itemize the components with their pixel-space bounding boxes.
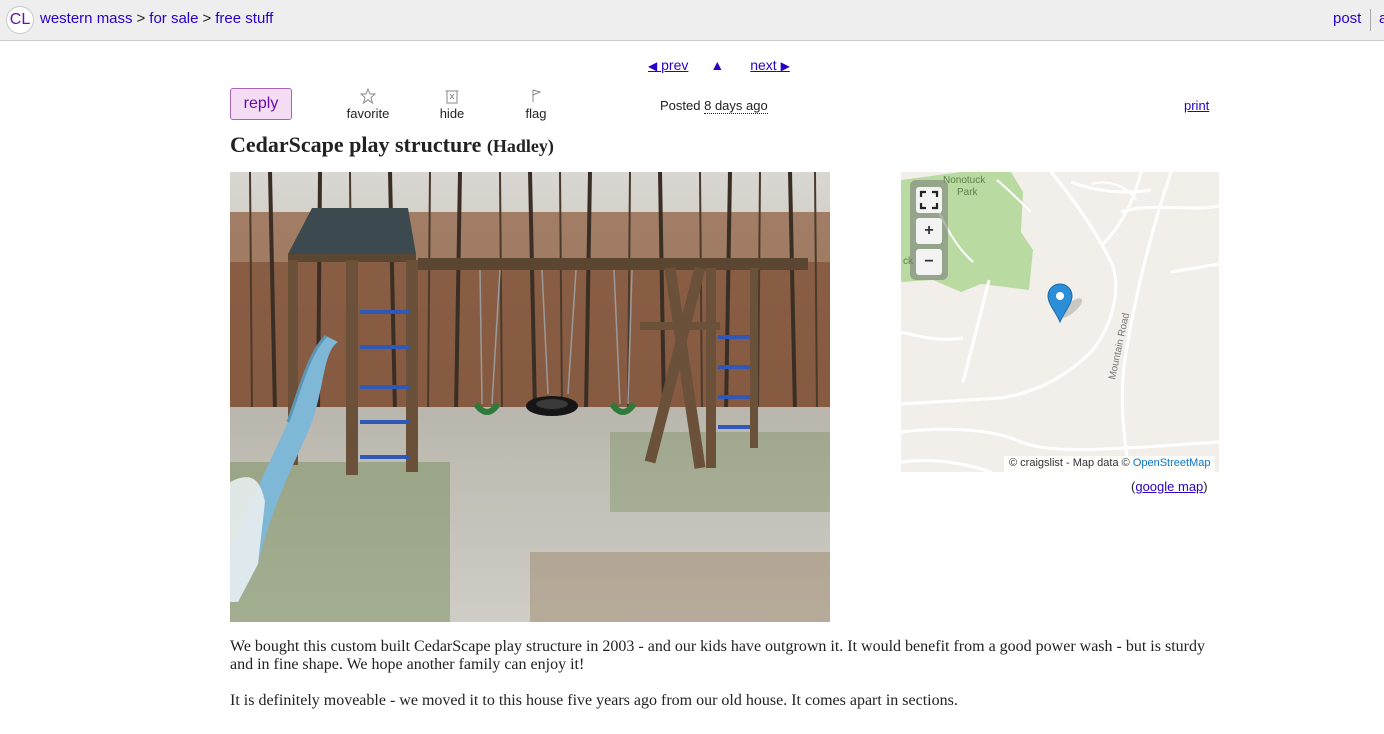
reply-button[interactable]: reply — [230, 88, 292, 120]
zoom-out-button[interactable]: − — [916, 249, 942, 275]
breadcrumb-separator: > — [136, 10, 146, 27]
map-label-park: Park — [957, 187, 979, 198]
posting-paragraph: It is definitely moveable - we moved it … — [230, 692, 958, 709]
openstreetmap-link[interactable]: OpenStreetMap — [1133, 457, 1211, 469]
prev-label: prev — [661, 57, 689, 73]
fullscreen-icon — [919, 190, 939, 210]
map-canvas: Nonotuck Park ck Mountain Road — [901, 172, 1219, 472]
divider — [1370, 9, 1371, 31]
print-link[interactable]: print — [1184, 98, 1209, 113]
next-label: next — [750, 57, 777, 73]
posting-body: We bought this custom built CedarScape p… — [230, 638, 1220, 728]
favorite-button[interactable]: favorite — [344, 87, 392, 121]
map-attribution: © craigslist - Map data © OpenStreetMap — [1004, 456, 1216, 472]
plus-icon: + — [924, 222, 934, 239]
posted-prefix: Posted — [660, 98, 701, 113]
map-controls: + − — [910, 180, 948, 280]
account-link[interactable]: a — [1379, 10, 1384, 27]
minus-icon: − — [924, 253, 934, 270]
flag-icon — [520, 88, 552, 106]
flag-button[interactable]: flag — [520, 88, 552, 121]
breadcrumb-separator: > — [202, 10, 212, 27]
breadcrumb-western-mass[interactable]: western mass — [40, 10, 133, 27]
posting-navigation: ◀ prev ▲ next ▶ — [648, 57, 790, 73]
zoom-in-button[interactable]: + — [916, 218, 942, 244]
hide-label: hide — [439, 106, 465, 121]
posting-title: CedarScape play structure (Hadley) — [230, 132, 554, 158]
title-text: CedarScape play structure — [230, 132, 482, 157]
location-map[interactable]: Nonotuck Park ck Mountain Road — [901, 172, 1219, 472]
google-map-link[interactable]: google map — [1135, 479, 1203, 494]
posted-relative-time: 8 days ago — [704, 98, 768, 114]
triangle-right-icon: ▶ — [780, 59, 790, 73]
playground-image — [230, 172, 830, 622]
paren-close: ) — [1203, 479, 1208, 494]
top-bar: CL western mass > for sale > free stuff post… — [0, 0, 1384, 41]
flag-label: flag — [525, 106, 547, 121]
fullscreen-button[interactable] — [916, 187, 942, 213]
google-map-link-wrapper: (google map) — [1131, 479, 1208, 494]
trash-icon — [436, 88, 468, 106]
posting-photo[interactable] — [230, 172, 830, 622]
craigslist-logo[interactable]: CL — [6, 6, 34, 34]
hide-button[interactable]: hide — [436, 88, 468, 121]
attribution-text: © craigslist - Map data © — [1009, 457, 1130, 469]
post-link[interactable]: post — [1333, 10, 1361, 27]
triangle-left-icon: ◀ — [648, 59, 658, 73]
breadcrumb: western mass > for sale > free stuff — [40, 10, 273, 27]
breadcrumb-for-sale[interactable]: for sale — [149, 10, 198, 27]
posting-paragraph: We bought this custom built CedarScape p… — [230, 638, 1205, 673]
breadcrumb-free-stuff[interactable]: free stuff — [215, 10, 273, 27]
title-location: (Hadley) — [486, 136, 554, 156]
up-link[interactable]: ▲ — [710, 57, 724, 73]
posted-date: Posted 8 days ago — [660, 98, 768, 114]
favorite-label: favorite — [346, 106, 390, 121]
map-label-park: Nonotuck — [943, 175, 986, 186]
star-icon — [344, 87, 392, 106]
prev-link[interactable]: ◀ prev — [648, 57, 688, 73]
next-link[interactable]: next ▶ — [750, 57, 790, 73]
